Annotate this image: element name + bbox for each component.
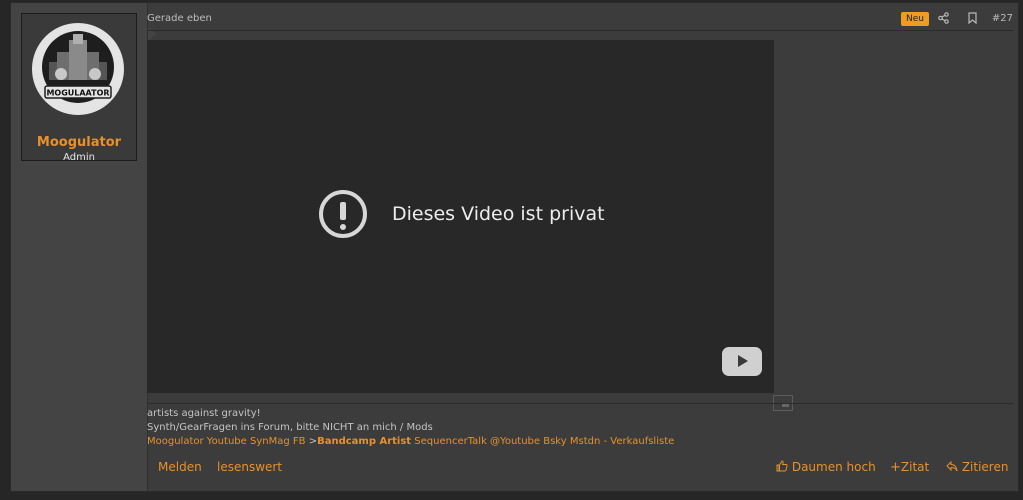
plus-icon: + [890, 460, 901, 475]
bookmark-icon[interactable] [968, 12, 977, 27]
video-private-message: Dieses Video ist privat [392, 203, 605, 225]
post-header: Gerade eben Neu #27 [147, 12, 1013, 31]
like-button[interactable]: Daumen hoch [776, 460, 876, 474]
sig-link-bandcamp[interactable]: Bandcamp Artist [317, 436, 411, 447]
signature-line-1: artists against gravity! [147, 408, 261, 419]
reply-icon [946, 460, 958, 472]
sig-separator-dash: - [603, 436, 608, 447]
signature-line-2: Synth/GearFragen ins Forum, bitte NICHT … [147, 422, 433, 433]
thumbs-up-icon [776, 460, 788, 472]
youtube-play-icon[interactable] [722, 347, 762, 376]
user-card: MOGULAATOR Moogulator Admin [21, 13, 137, 163]
sig-link-youtube[interactable]: Moogulator Youtube [147, 436, 247, 447]
quote-button[interactable]: +Zitat [890, 460, 929, 475]
user-avatar[interactable]: MOGULAATOR [31, 22, 125, 116]
sig-link-verkaufsliste[interactable]: Verkaufsliste [610, 436, 674, 447]
user-title: Admin [63, 152, 95, 163]
sig-separator-gt: > [308, 436, 318, 447]
signature-divider [147, 403, 1013, 404]
sig-link-mstdn[interactable]: Mstdn [570, 436, 600, 447]
sig-link-bsky[interactable]: Bsky [543, 436, 566, 447]
reply-label: Zitieren [961, 460, 1009, 474]
sig-link-fb[interactable]: FB [293, 436, 306, 447]
post-number-link[interactable]: #27 [992, 13, 1013, 24]
reply-button[interactable]: Zitieren [946, 460, 1008, 474]
report-button[interactable]: Melden [158, 460, 202, 474]
like-label: Daumen hoch [791, 460, 876, 474]
sig-link-sequencertalk[interactable]: SequencerTalk [414, 436, 487, 447]
sig-link-at-youtube[interactable]: @Youtube [490, 436, 540, 447]
post-date[interactable]: Gerade eben [147, 13, 212, 24]
exclamation-icon [319, 190, 367, 238]
quote-label: Zitat [900, 460, 930, 474]
avatar-logo-text: MOGULAATOR [46, 89, 109, 98]
video-embed[interactable]: Dieses Video ist privat [147, 40, 774, 393]
new-badge: Neu [901, 12, 929, 26]
signature-links: Moogulator Youtube SynMag FB >Bandcamp A… [147, 436, 674, 447]
sig-link-synmag[interactable]: SynMag [250, 436, 290, 447]
user-column: MOGULAATOR Moogulator Admin [11, 3, 148, 491]
username-link[interactable]: Moogulator [22, 135, 136, 150]
share-icon[interactable] [938, 12, 949, 27]
worth-reading-button[interactable]: lesenswert [217, 460, 282, 474]
